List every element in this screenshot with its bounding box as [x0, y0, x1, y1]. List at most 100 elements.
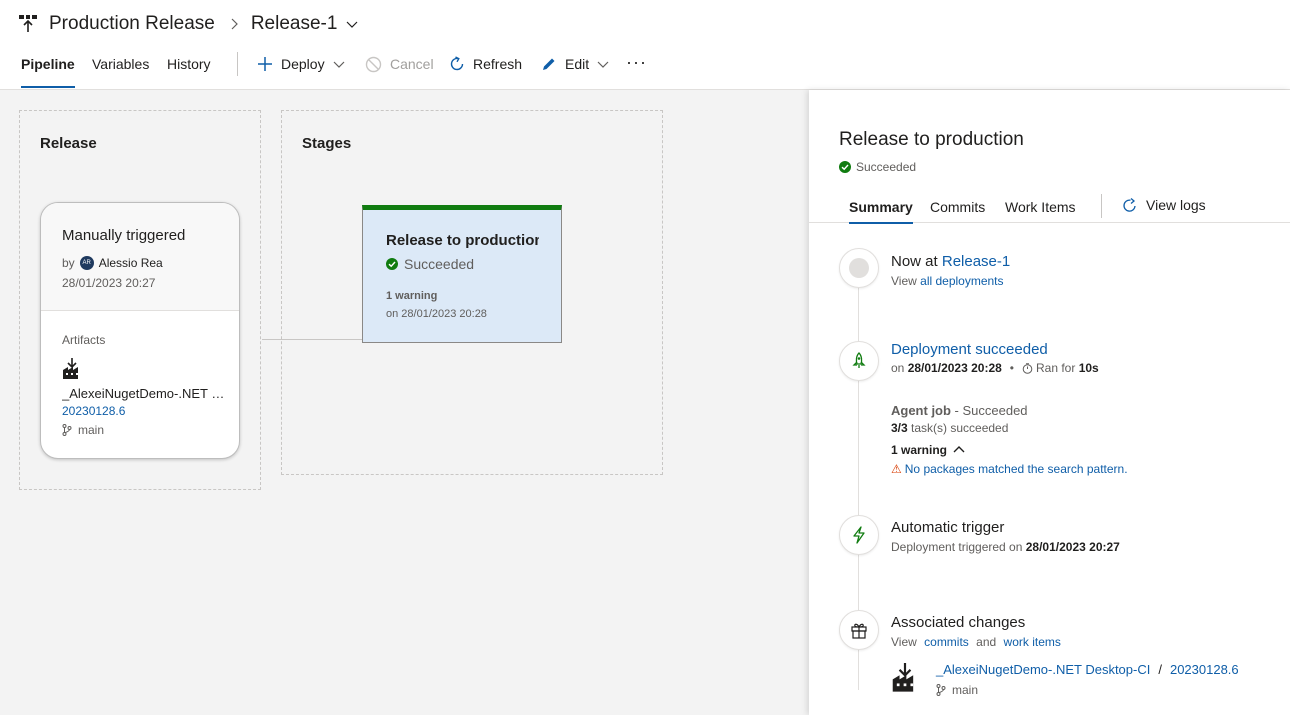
tab-summary[interactable]: Summary [849, 199, 913, 224]
tasks-label: task(s) succeeded [907, 421, 1009, 435]
chevron-up-icon [953, 446, 965, 453]
commits-link[interactable]: commits [924, 635, 969, 649]
avatar: AR [79, 256, 94, 270]
pipeline-name-link[interactable]: Production Release [49, 13, 215, 35]
refresh-button[interactable]: Refresh [449, 52, 522, 76]
success-check-icon [386, 258, 398, 270]
rocket-icon [852, 352, 866, 368]
refresh-label: Refresh [473, 56, 523, 72]
agent-job-name: Agent job [891, 403, 951, 418]
trigger-card[interactable]: Manually triggered by AR Alessio Rea 28/… [40, 202, 240, 459]
stage-status: Succeeded [386, 256, 474, 272]
view-label: View [891, 274, 921, 288]
release-pipeline-icon [18, 14, 38, 34]
cancel-icon [365, 56, 382, 72]
agent-job-summary[interactable]: Agent job - Succeeded [891, 403, 1028, 418]
branch-icon [62, 424, 72, 436]
separator-dot: • [1009, 361, 1014, 375]
branch-name: main [78, 423, 105, 437]
changes-links: View commits and work items [891, 635, 1065, 649]
artifact-name: _AlexeiNugetDemo-.NET Desktop-CI [62, 386, 227, 401]
all-deployments-link[interactable]: all deployments [920, 274, 1003, 288]
trigger-node [839, 515, 879, 555]
triggered-by: by AR Alessio Rea [62, 256, 163, 270]
plus-icon [258, 57, 272, 71]
work-items-link[interactable]: work items [1004, 635, 1061, 649]
now-at-heading: Now at Release-1 [891, 253, 1010, 270]
artifacts-label: Artifacts [62, 333, 106, 347]
agent-job-status: - Succeeded [950, 403, 1028, 418]
pencil-icon [543, 58, 555, 70]
warning-message[interactable]: ⚠ No packages matched the search pattern… [891, 462, 1128, 476]
timer-icon [1022, 362, 1033, 374]
artifact-link[interactable]: _AlexeiNugetDemo-.NET Desktop-CI [936, 662, 1150, 677]
panel-status-label: Succeeded [856, 160, 917, 174]
deployment-node [839, 341, 879, 381]
panel-tabs-divider [1101, 194, 1102, 218]
edit-button[interactable]: Edit [541, 52, 609, 76]
warning-toggle[interactable]: 1 warning [891, 443, 965, 457]
tab-history[interactable]: History [167, 56, 211, 88]
more-actions-button[interactable]: ··· [626, 50, 647, 74]
stage-card-release-to-production[interactable]: Release to production Succeeded 1 warnin… [362, 205, 562, 343]
release-name: Release-1 [250, 13, 338, 34]
duration: 10s [1078, 361, 1099, 375]
release-link[interactable]: Release-1 [942, 253, 1010, 270]
view-logs-button[interactable]: View logs [1122, 197, 1206, 213]
tab-pipeline[interactable]: Pipeline [21, 56, 75, 88]
edit-label: Edit [565, 56, 590, 72]
stage-status-label: Succeeded [404, 256, 475, 272]
breadcrumb-chevron-icon [227, 17, 241, 31]
branch-name: main [952, 683, 979, 697]
artifact-branch: main [62, 423, 104, 437]
stage-title: Release to production [386, 232, 539, 249]
chevron-down-icon [333, 61, 345, 68]
deploy-button[interactable]: Deploy [257, 52, 345, 76]
cancel-button[interactable]: Cancel [365, 52, 434, 76]
deployment-details: on 28/01/2023 20:28 • Ran for 10s [891, 361, 1099, 375]
toolbar-divider [237, 52, 238, 76]
release-dropdown-chevron-icon[interactable] [345, 17, 359, 31]
build-artifact-icon [891, 663, 919, 693]
branch-icon [936, 684, 946, 696]
view-deployments: View all deployments [891, 274, 1004, 288]
cancel-label: Cancel [390, 56, 434, 72]
tasks-count: 3/3 [891, 421, 908, 435]
stages-heading: Stages [302, 135, 352, 152]
open-logs-icon [1123, 197, 1136, 212]
now-at-label: Now at [891, 253, 942, 270]
artifact-version-link[interactable]: 20230128.6 [62, 404, 125, 418]
warning-text: No packages matched the search pattern. [904, 462, 1128, 476]
header: Production Release Release-1 Pipeline Va… [0, 0, 1290, 90]
automatic-trigger-heading: Automatic trigger [891, 519, 1005, 536]
tab-variables[interactable]: Variables [92, 56, 149, 88]
stage-details-panel: Release to production Succeeded Summary … [809, 90, 1290, 715]
view-label: View [891, 635, 917, 649]
view-logs-label: View logs [1146, 197, 1206, 213]
ran-for-label: Ran for [1036, 361, 1076, 375]
deploy-label: Deploy [281, 56, 325, 72]
title-row: Production Release Release-1 [18, 10, 359, 38]
trigger-date: 28/01/2023 20:27 [62, 276, 156, 290]
current-release-node [839, 248, 879, 288]
gift-icon [851, 623, 867, 639]
on-label: on [891, 361, 905, 375]
deployment-succeeded-link[interactable]: Deployment succeeded [891, 341, 1048, 358]
and-label: and [976, 635, 997, 649]
tab-commits[interactable]: Commits [930, 199, 985, 223]
user-name: Alessio Rea [98, 256, 163, 270]
chevron-down-icon [597, 61, 609, 68]
path-separator: / [1158, 662, 1162, 677]
tab-work-items[interactable]: Work Items [1005, 199, 1076, 223]
artifact-version-link[interactable]: 20230128.6 [1170, 662, 1239, 677]
trigger-date: 28/01/2023 20:27 [1025, 540, 1120, 554]
trigger-label: Deployment triggered on [891, 540, 1026, 554]
stage-warning-count: 1 warning [386, 290, 438, 302]
warning-count: 1 warning [891, 443, 948, 457]
refresh-icon [450, 56, 464, 71]
deployment-date: 28/01/2023 20:28 [907, 361, 1002, 375]
panel-status: Succeeded [839, 160, 916, 174]
warning-icon: ⚠ [891, 462, 902, 476]
stage-connector [262, 339, 362, 340]
changes-branch: main [936, 683, 978, 697]
